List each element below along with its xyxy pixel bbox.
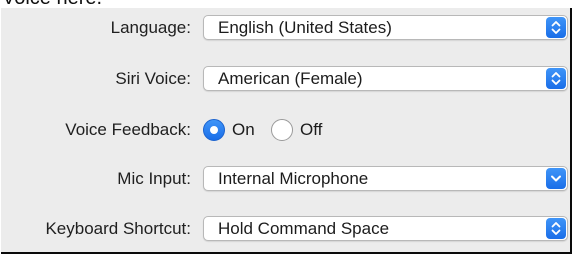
up-down-chevrons-icon xyxy=(546,218,566,239)
cropped-header: Voice here. xyxy=(0,0,574,8)
siri-voice-popup[interactable]: American (Female) xyxy=(203,66,568,91)
radio-unselected-icon[interactable] xyxy=(271,119,293,141)
siri-voice-value: American (Female) xyxy=(218,69,363,88)
voice-feedback-label: Voice Feedback: xyxy=(65,120,191,139)
voice-feedback-on-label: On xyxy=(232,120,255,139)
mic-input-label: Mic Input: xyxy=(117,169,191,188)
keyboard-shortcut-value: Hold Command Space xyxy=(218,219,390,238)
radio-selected-icon[interactable] xyxy=(203,119,225,141)
language-row: Language: English (United States) xyxy=(1,14,570,42)
up-down-chevrons-icon xyxy=(546,68,566,89)
language-value: English (United States) xyxy=(218,18,392,37)
mic-input-row: Mic Input: Internal Microphone xyxy=(1,165,570,193)
header-partial-text: Voice here. xyxy=(2,0,102,8)
keyboard-shortcut-popup[interactable]: Hold Command Space xyxy=(203,216,568,241)
siri-settings-panel: Language: English (United States) Siri V… xyxy=(1,8,572,254)
voice-feedback-row: Voice Feedback: On Off xyxy=(1,116,570,144)
up-down-chevrons-icon xyxy=(546,17,566,38)
keyboard-shortcut-row: Keyboard Shortcut: Hold Command Space xyxy=(1,215,570,243)
voice-feedback-off-label: Off xyxy=(300,120,323,139)
mic-input-value: Internal Microphone xyxy=(218,169,369,188)
siri-voice-label: Siri Voice: xyxy=(115,69,191,88)
mic-input-popup[interactable]: Internal Microphone xyxy=(203,166,568,191)
chevron-down-icon xyxy=(546,168,566,189)
language-popup[interactable]: English (United States) xyxy=(203,15,568,40)
language-label: Language: xyxy=(110,18,191,37)
keyboard-shortcut-label: Keyboard Shortcut: xyxy=(45,219,191,238)
siri-voice-row: Siri Voice: American (Female) xyxy=(1,65,570,93)
